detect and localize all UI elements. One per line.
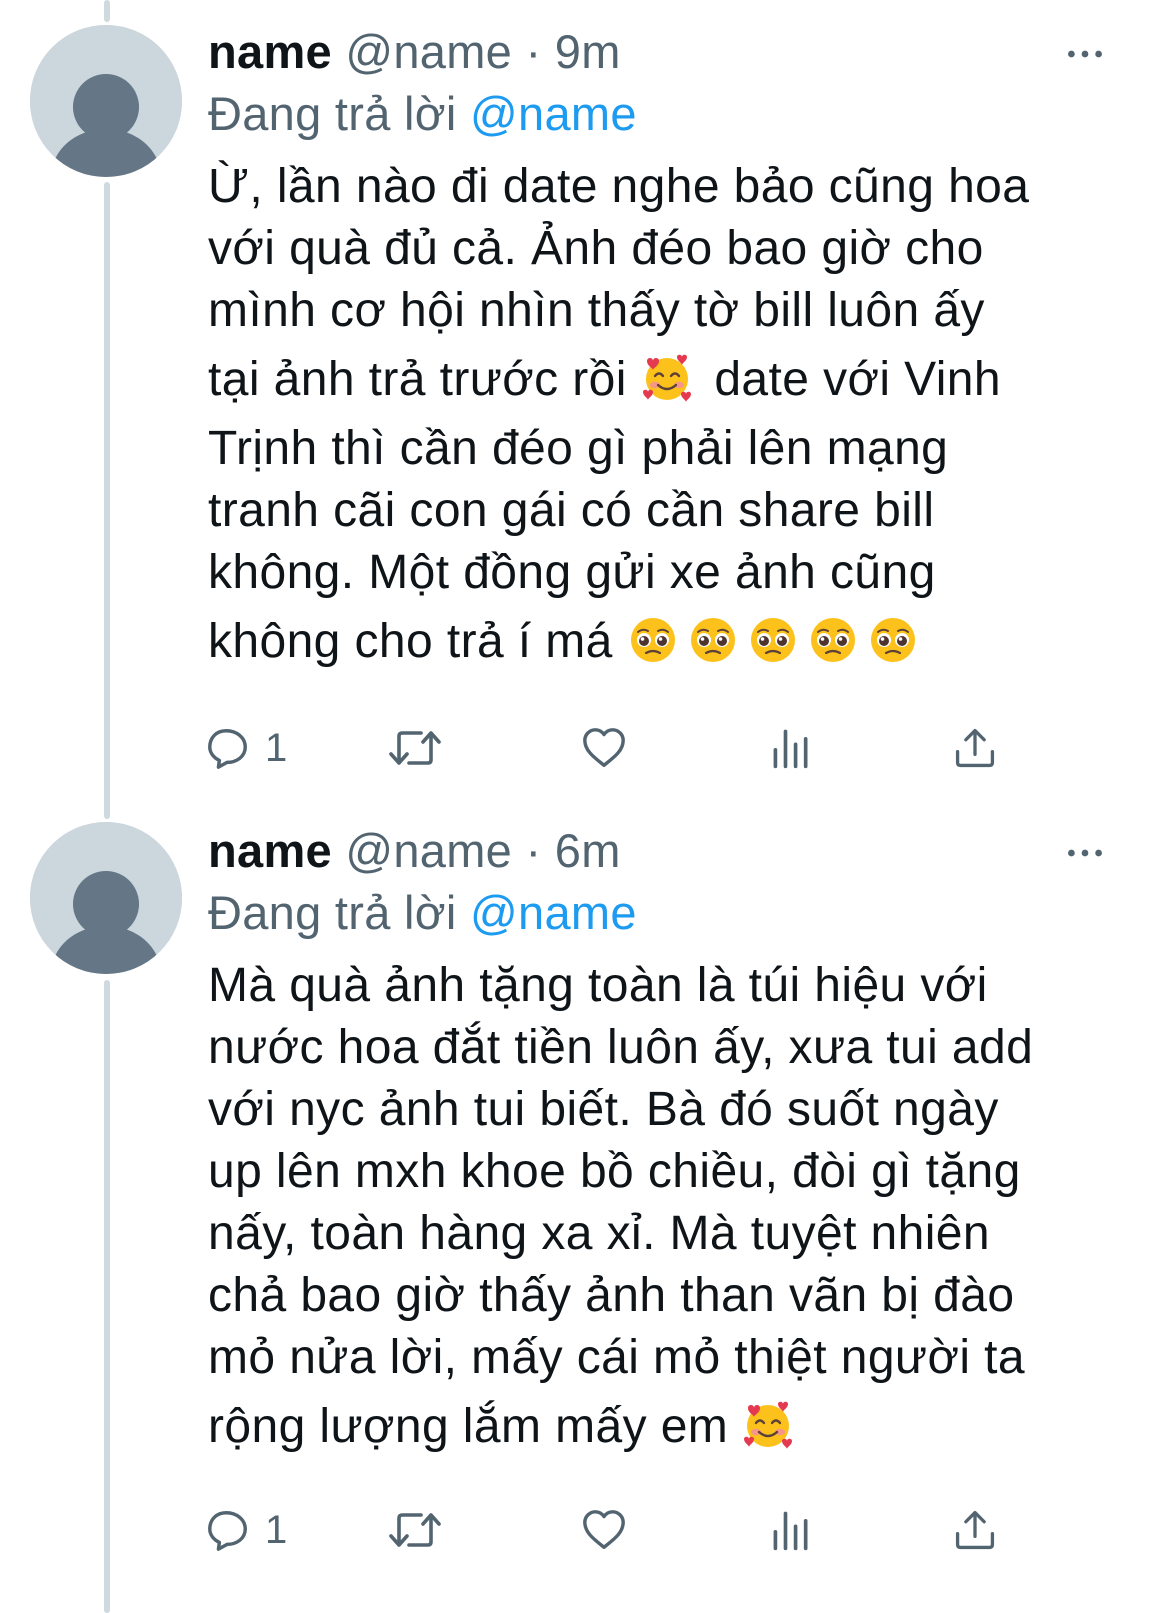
tweet-text-line: Trịnh thì cần đéo gì phải lên mạng [208, 422, 949, 475]
user-handle[interactable]: @name [345, 25, 512, 78]
tweet-text-segment: không cho trả í má [208, 615, 613, 668]
smiling-face-with-hearts-icon [641, 352, 693, 404]
retweet-icon [387, 1506, 443, 1554]
display-name[interactable]: name [208, 25, 332, 78]
pleading-face-icon [627, 614, 679, 666]
reply-count: 1 [265, 725, 288, 770]
retweet-button[interactable] [387, 1500, 443, 1560]
smiling-face-with-hearts-icon [742, 1399, 794, 1451]
tweet[interactable]: name @name · 9m Đang trả lời @name Ừ, lầ… [0, 0, 1170, 810]
display-name[interactable]: name [208, 824, 332, 877]
reply-icon [205, 1507, 251, 1553]
default-avatar-icon [30, 822, 182, 974]
separator: · [525, 25, 542, 78]
analytics-icon [769, 1508, 813, 1552]
tweet[interactable]: name @name · 6m Đang trả lời @name Mà qu… [0, 810, 1170, 1613]
pleading-face-icon [807, 614, 859, 666]
like-icon [581, 725, 627, 771]
retweet-icon [387, 724, 443, 772]
share-icon [953, 726, 997, 770]
reply-to-handle[interactable]: @name [470, 87, 637, 140]
analytics-button[interactable] [769, 1500, 813, 1560]
tweet-text-segment: date với Vinh [714, 353, 1001, 406]
tweet-text-line: up lên mxh khoe bồ chiều, đòi gì tặng [208, 1145, 1021, 1198]
tweet-text-line: tại ảnh trả trước rồi date với Vinh [208, 342, 1110, 418]
more-options-icon [1065, 845, 1105, 861]
analytics-button[interactable] [769, 718, 813, 778]
timestamp[interactable]: 9m [555, 25, 621, 78]
more-options-icon [1065, 46, 1105, 62]
reply-button[interactable]: 1 [205, 718, 287, 778]
share-button[interactable] [953, 1500, 997, 1560]
tweet-text-line: rộng lượng lắm mấy em [208, 1389, 1110, 1465]
retweet-button[interactable] [387, 718, 443, 778]
reply-to-handle[interactable]: @name [470, 886, 637, 939]
tweet-text-line: mình cơ hội nhìn thấy tờ bill luôn ấy [208, 284, 985, 337]
more-options-button[interactable] [1060, 833, 1110, 873]
pleading-face-icon [687, 614, 739, 666]
like-icon [581, 1507, 627, 1553]
tweet-actions: 1 [205, 718, 1025, 778]
like-button[interactable] [581, 718, 627, 778]
share-icon [953, 1508, 997, 1552]
reply-button[interactable]: 1 [205, 1500, 287, 1560]
separator: · [525, 824, 542, 877]
tweet-header: name @name · 9m [208, 22, 1110, 82]
tweet-text-line: với nyc ảnh tui biết. Bà đó suốt ngày [208, 1083, 999, 1136]
timestamp[interactable]: 6m [555, 824, 621, 877]
tweet-text-line: chả bao giờ thấy ảnh than vãn bị đào [208, 1269, 1015, 1322]
tweet-text-line: không. Một đồng gửi xe ảnh cũng [208, 546, 936, 599]
avatar[interactable] [30, 822, 182, 974]
tweet-text-line: Mà quà ảnh tặng toàn là túi hiệu với [208, 959, 988, 1012]
replying-to: Đang trả lời @name [208, 84, 1110, 144]
replying-to: Đang trả lời @name [208, 883, 1110, 943]
tweet-header: name @name · 6m [208, 821, 1110, 881]
like-button[interactable] [581, 1500, 627, 1560]
reply-count: 1 [265, 1507, 288, 1552]
reply-icon [205, 725, 251, 771]
reply-prefix: Đang trả lời [208, 87, 457, 140]
user-handle[interactable]: @name [345, 824, 512, 877]
avatar[interactable] [30, 25, 182, 177]
analytics-icon [769, 726, 813, 770]
reply-prefix: Đang trả lời [208, 886, 457, 939]
pleading-face-icon [747, 614, 799, 666]
default-avatar-icon [30, 25, 182, 177]
tweet-text-line: Ừ, lần nào đi date nghe bảo cũng hoa [208, 160, 1030, 213]
tweet-text: Ừ, lần nào đi date nghe bảo cũng hoa với… [208, 156, 1110, 680]
tweet-text-segment: rộng lượng lắm mấy em [208, 1400, 729, 1453]
tweet-text-line: không cho trả í má [208, 604, 1110, 680]
more-options-button[interactable] [1060, 34, 1110, 74]
tweet-text-line: nước hoa đắt tiền luôn ấy, xưa tui add [208, 1021, 1034, 1074]
tweet-text-line: mỏ nửa lời, mấy cái mỏ thiệt người ta [208, 1331, 1025, 1384]
tweet-text: Mà quà ảnh tặng toàn là túi hiệu với nướ… [208, 955, 1110, 1465]
share-button[interactable] [953, 718, 997, 778]
tweet-text-line: nấy, toàn hàng xa xỉ. Mà tuyệt nhiên [208, 1207, 991, 1260]
tweet-actions: 1 [205, 1500, 1025, 1560]
tweet-text-segment: tại ảnh trả trước rồi [208, 353, 627, 406]
tweet-text-line: với quà đủ cả. Ảnh đéo bao giờ cho [208, 222, 984, 275]
tweet-text-line: tranh cãi con gái có cần share bill [208, 484, 935, 537]
pleading-face-icon [867, 614, 919, 666]
